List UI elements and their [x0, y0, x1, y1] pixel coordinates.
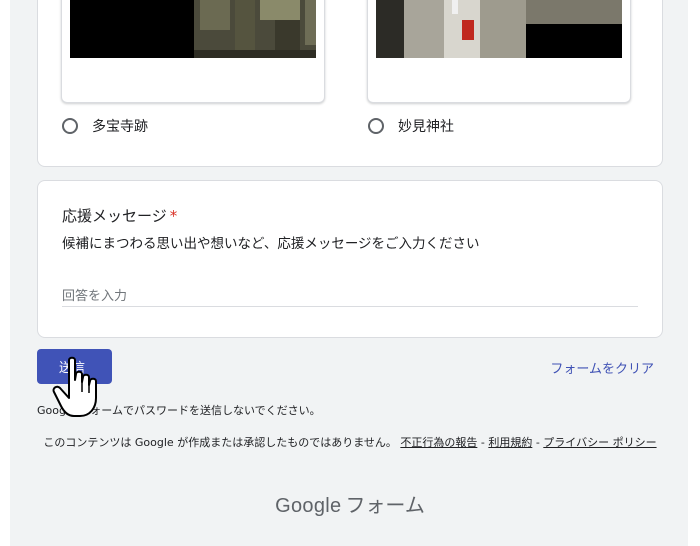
footer-disclaimer: このコンテンツは Google が作成または承認したものではありません。 不正行…	[40, 434, 660, 452]
question-card-message	[37, 180, 663, 338]
privacy-link[interactable]: プライバシー ポリシー	[543, 436, 656, 449]
brand-google: Google	[275, 495, 342, 517]
option-photo	[70, 0, 316, 58]
option-image-tile[interactable]	[61, 0, 325, 103]
answer-input[interactable]: 回答を入力	[62, 282, 638, 307]
option-label: 多宝寺跡	[92, 119, 148, 135]
clear-form-link[interactable]: フォームをクリア	[550, 358, 654, 377]
google-forms-logo[interactable]: Google フォーム	[0, 489, 700, 518]
required-mark: *	[169, 207, 178, 225]
option-radio-row[interactable]: 多宝寺跡	[62, 116, 148, 136]
question-title: 応援メッセージ *	[62, 205, 177, 226]
radio-button[interactable]	[368, 118, 384, 134]
report-abuse-link[interactable]: 不正行為の報告	[400, 436, 477, 449]
terms-link[interactable]: 利用規約	[488, 436, 532, 449]
hand-pointer-icon	[52, 356, 102, 422]
question-title-text: 応援メッセージ	[62, 207, 167, 225]
question-description: 候補にまつわる思い出や想いなど、応援メッセージをご入力ください	[62, 236, 480, 252]
option-radio-row[interactable]: 妙見神社	[368, 116, 454, 136]
brand-forms: フォーム	[345, 493, 425, 517]
separator: -	[532, 436, 544, 449]
option-label: 妙見神社	[398, 119, 454, 135]
option-photo	[376, 0, 622, 58]
disclaimer-text: このコンテンツは Google が作成または承認したものではありません。	[43, 436, 397, 449]
separator: -	[477, 436, 489, 449]
radio-button[interactable]	[62, 118, 78, 134]
option-image-tile[interactable]	[367, 0, 631, 103]
